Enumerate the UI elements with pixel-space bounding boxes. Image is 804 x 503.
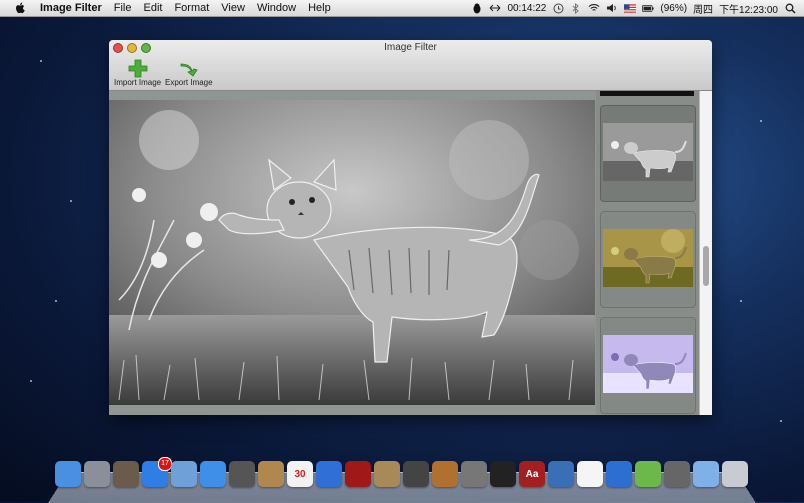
main-image-preview[interactable]: [109, 100, 595, 405]
thumbnail-image: [603, 123, 693, 181]
thumbnail-sepia[interactable]: [600, 211, 696, 308]
thumbnail-image: [603, 229, 693, 287]
filter-thumbnail-list: [596, 91, 699, 415]
export-image-button[interactable]: Export Image: [165, 58, 213, 87]
calendar-icon[interactable]: 30: [287, 461, 313, 487]
desktop-star: [40, 60, 42, 62]
contacts-icon[interactable]: [258, 461, 284, 487]
xcode-icon[interactable]: [606, 461, 632, 487]
apple-menu-icon[interactable]: [14, 2, 26, 14]
desktop-star: [760, 120, 762, 122]
notification-badge: 17: [158, 457, 172, 471]
import-image-button[interactable]: Import Image: [114, 58, 161, 87]
dock: 17 30 Aa: [55, 457, 748, 487]
activity-monitor-icon[interactable]: [490, 461, 516, 487]
imovie-icon[interactable]: [403, 461, 429, 487]
window-icon[interactable]: [664, 461, 690, 487]
sync-arrows-icon[interactable]: [489, 3, 501, 13]
mission-control-icon[interactable]: [113, 461, 139, 487]
window-title: Image Filter: [384, 42, 437, 53]
app-store-icon[interactable]: 17: [142, 457, 172, 487]
us-flag-icon[interactable]: [624, 3, 637, 13]
thumbnail-grayscale[interactable]: [600, 105, 696, 202]
desktop-star: [70, 200, 72, 202]
dictionary-icon[interactable]: Aa: [519, 461, 545, 487]
export-image-label: Export Image: [165, 78, 213, 87]
trash-icon[interactable]: [722, 461, 748, 487]
stocks-icon[interactable]: [548, 461, 574, 487]
import-image-label: Import Image: [114, 78, 162, 87]
window-content: [109, 91, 712, 415]
photo-booth-icon[interactable]: [345, 461, 371, 487]
thumbnail-scrollbar[interactable]: [699, 91, 712, 415]
menu-edit[interactable]: Edit: [137, 0, 168, 16]
battery-percent: (96%): [660, 2, 688, 14]
time-machine-icon[interactable]: [552, 3, 564, 13]
finder-icon[interactable]: [55, 461, 81, 487]
facetime-icon[interactable]: [229, 461, 255, 487]
system-preferences-icon[interactable]: [461, 461, 487, 487]
thumbnail-inverted[interactable]: [600, 317, 696, 414]
battery-icon[interactable]: [642, 3, 654, 13]
thumbnail-top-edge: [600, 91, 694, 96]
desktop-star: [780, 420, 782, 422]
menu-window[interactable]: Window: [251, 0, 302, 16]
launchpad-icon[interactable]: [84, 461, 110, 487]
menu-bar: Image Filter File Edit Format View Windo…: [0, 0, 804, 17]
folder-icon[interactable]: [693, 461, 719, 487]
timer-readout: 00:14:22: [507, 2, 547, 14]
wifi-icon[interactable]: [588, 3, 600, 13]
leaf-icon[interactable]: [635, 461, 661, 487]
export-arrow-icon: [180, 63, 198, 77]
itunes-icon[interactable]: [316, 461, 342, 487]
menu-view[interactable]: View: [215, 0, 251, 16]
spotlight-icon[interactable]: [784, 3, 796, 14]
penguin-icon[interactable]: [471, 3, 483, 13]
menu-help[interactable]: Help: [302, 0, 337, 16]
menu-app-name[interactable]: Image Filter: [34, 0, 108, 16]
iphoto-icon[interactable]: [374, 461, 400, 487]
scrollbar-thumb[interactable]: [703, 246, 709, 286]
thumbnail-image: [603, 335, 693, 393]
clock-day[interactable]: 周四: [693, 1, 713, 16]
clock-time[interactable]: 下午12:23:00: [719, 1, 778, 16]
menu-file[interactable]: File: [108, 0, 138, 16]
calendar-label: 30: [294, 468, 306, 480]
bluetooth-icon[interactable]: [570, 2, 582, 14]
garageband-icon[interactable]: [432, 461, 458, 487]
preview-icon[interactable]: [171, 461, 197, 487]
desktop-star: [740, 300, 742, 302]
qq-icon[interactable]: [577, 461, 603, 487]
dictionary-label: Aa: [525, 468, 539, 480]
window-titlebar[interactable]: Image Filter Import Image Export Image: [109, 40, 712, 91]
menu-format[interactable]: Format: [168, 0, 215, 16]
plus-icon: [128, 59, 147, 78]
volume-icon[interactable]: [606, 3, 618, 13]
desktop-star: [55, 300, 57, 302]
status-area: 00:14:22 (96%) 周四 下午12:23:00: [471, 1, 804, 16]
safari-icon[interactable]: [200, 461, 226, 487]
image-filter-window: Image Filter Import Image Export Image: [109, 40, 712, 415]
desktop-star: [30, 380, 32, 382]
